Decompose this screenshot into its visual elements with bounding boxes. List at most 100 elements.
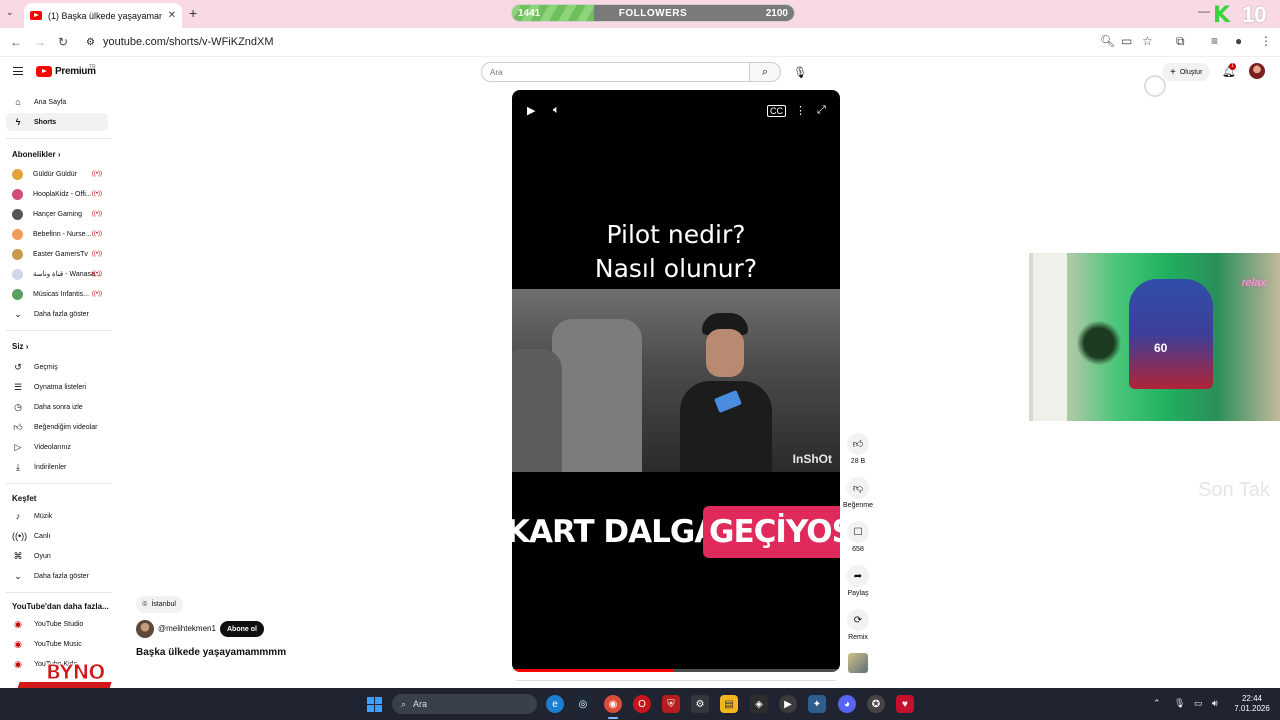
sidebar-item-subscription[interactable]: HooplaKidz - Offi... ((•)) (6, 185, 108, 203)
search-input[interactable] (481, 62, 750, 82)
reading-list-icon[interactable]: ≡ (1211, 34, 1218, 48)
sidebar-item-subscription[interactable]: قناة وناسة - Wanasa... ((•)) (6, 265, 108, 283)
extensions-icon[interactable]: ⧉ (1176, 34, 1185, 49)
volume-icon[interactable]: 🔊︎ (1212, 698, 1218, 709)
sidebar-item-downloads[interactable]: ⤓ İndirilenler (6, 458, 108, 476)
sound-thumbnail[interactable] (848, 653, 868, 673)
window-minimize-icon[interactable]: — (1198, 4, 1210, 18)
chrome-icon[interactable]: ◉ (604, 695, 622, 713)
file-explorer-icon[interactable]: ▤ (720, 695, 738, 713)
cast-icon[interactable]: ▭ (1121, 34, 1132, 48)
steam-icon[interactable]: ◎ (574, 695, 592, 713)
shorts-player[interactable]: ▶ 🔈︎ CC ⋮ ⤢ Pilot nedir? Nasıl olunur? I… (512, 90, 840, 672)
remix-action[interactable]: ⟳ Remix (843, 609, 873, 641)
like-action[interactable]: 👍︎ 28 B (843, 433, 873, 465)
sidebar-item-youtube-studio[interactable]: ◉ YouTube Studio (6, 615, 108, 633)
discord-icon[interactable]: ◕ (838, 695, 856, 713)
settings-gear-icon[interactable]: ⚙ (691, 695, 709, 713)
sidebar-item-youtube-music[interactable]: ◉ YouTube Music (6, 635, 108, 653)
display-icon[interactable]: ▭ (1194, 698, 1203, 709)
channel-avatar[interactable] (136, 620, 154, 638)
sidebar-item-home[interactable]: ⌂ Ana Sayfa (6, 93, 108, 111)
sidebar-item-label: Geçmiş (34, 363, 58, 371)
shield-icon[interactable]: ⛨ (662, 695, 680, 713)
taskbar-clock[interactable]: 22:44 7.01.2026 (1232, 694, 1272, 714)
profile-icon[interactable]: ● (1235, 34, 1242, 48)
menu-icon[interactable] (13, 67, 23, 75)
browser-menu-icon[interactable]: ⋮ (1260, 34, 1272, 48)
tab-search-icon[interactable]: ⌄ (6, 7, 14, 18)
new-tab-icon[interactable]: + (189, 5, 197, 21)
share-button[interactable]: ➦ (847, 565, 869, 587)
sidebar-item-label: قناة وناسة - Wanasa... (33, 271, 101, 278)
sidebar-item-subscription[interactable]: Hançer Gaming ((•)) (6, 205, 108, 223)
address-bar[interactable]: ⚙ youtube.com/shorts/v-WFiKZndXM (80, 31, 1165, 53)
remix-button[interactable]: ⟳ (847, 609, 869, 631)
obs-icon[interactable]: ◈ (750, 695, 768, 713)
comment-action[interactable]: ☐ 658 (843, 521, 873, 553)
youtube-play-icon (36, 66, 52, 77)
browser-tab-active[interactable]: (1) Başka ülkede yaşayamamm ✕ (24, 3, 182, 28)
youtube-studio-icon: ◉ (14, 618, 22, 629)
sidebar-show-more[interactable]: ⌄ Daha fazla göster (6, 305, 108, 323)
sidebar-item-gaming[interactable]: ⌘ Oyun (6, 547, 108, 565)
player-divider (516, 680, 836, 681)
microphone-icon[interactable]: 🎙︎ (1174, 698, 1185, 709)
more-from-youtube-heading: YouTube'dan daha fazla... (12, 602, 109, 611)
shorts-icon: ϟ (15, 117, 21, 127)
search-button[interactable]: ⌕ (750, 62, 781, 82)
sidebar-item-liked-videos[interactable]: 👍︎ Beğendiğim videolar (6, 418, 108, 436)
bookmark-star-icon[interactable]: ☆ (1142, 34, 1153, 48)
fullscreen-icon[interactable]: ⤢ (817, 104, 826, 117)
you-heading[interactable]: Siz › (12, 342, 28, 351)
tab-close-icon[interactable]: ✕ (168, 10, 176, 21)
sidebar-item-subscription[interactable]: Músicas Infantis... ((•)) (6, 285, 108, 303)
zoom-icon[interactable]: 🔍︎ (1100, 34, 1115, 48)
windows-start-icon[interactable] (367, 697, 382, 712)
sidebar-item-shorts[interactable]: ϟ Shorts (6, 113, 108, 131)
captions-icon[interactable]: CC (767, 105, 786, 117)
back-icon[interactable]: ← (10, 35, 22, 49)
sidebar-item-watch-later[interactable]: ◷ Daha sonra izle (6, 398, 108, 416)
sidebar-item-playlists[interactable]: ☰ Oynatma listeleri (6, 378, 108, 396)
more-options-icon[interactable]: ⋮ (795, 104, 806, 117)
sidebar-item-subscription[interactable]: Güldür Güldür ((•)) (6, 165, 108, 183)
sidebar-item-music[interactable]: ♪ Müzik (6, 507, 108, 525)
subscriptions-heading[interactable]: Abonelikler › (12, 150, 60, 159)
sidebar-item-subscription[interactable]: Easter GamersTv ((•)) (6, 245, 108, 263)
taskbar-search[interactable]: ⌕ Ara (392, 694, 537, 714)
opera-icon[interactable]: O (633, 695, 651, 713)
like-button[interactable]: 👍︎ (847, 433, 869, 455)
reload-icon[interactable]: ↻ (58, 35, 68, 49)
location-chip[interactable]: ⌾ İstanbul (136, 596, 183, 613)
app-icon[interactable]: ✪ (867, 695, 885, 713)
media-player-icon[interactable]: ▶ (779, 695, 797, 713)
app-icon[interactable]: ♥ (896, 695, 914, 713)
channel-name[interactable]: @melihtekmen1 (158, 624, 216, 633)
video-progress-bar[interactable] (512, 669, 840, 672)
play-icon[interactable]: ▶ (527, 104, 535, 117)
app-icon[interactable]: ✦ (808, 695, 826, 713)
create-button[interactable]: + Oluştur (1162, 63, 1211, 81)
site-info-icon[interactable]: ⚙ (86, 37, 95, 48)
youtube-logo[interactable]: Premium (36, 66, 96, 77)
volume-icon[interactable]: 🔈︎ (553, 104, 560, 117)
microphone-icon[interactable]: 🎙︎ (793, 66, 807, 79)
tray-expand-icon[interactable]: ⌃ (1153, 698, 1161, 709)
edge-icon[interactable]: e (546, 695, 564, 713)
dislike-button[interactable]: 👎︎ (847, 477, 869, 499)
account-avatar[interactable] (1249, 63, 1265, 79)
sidebar-item-label: İndirilenler (34, 463, 67, 471)
forward-icon[interactable]: → (34, 35, 46, 49)
sidebar-item-history[interactable]: ↺ Geçmiş (6, 358, 108, 376)
subscribe-button[interactable]: Abone ol (220, 621, 264, 637)
sidebar-item-live[interactable]: ((•)) Canlı (6, 527, 108, 545)
live-icon: ((•)) (91, 251, 102, 257)
sidebar-item-your-videos[interactable]: ▷ Videolarınız (6, 438, 108, 456)
comment-button[interactable]: ☐ (847, 521, 869, 543)
dislike-action[interactable]: 👎︎ Beğenme (843, 477, 873, 509)
share-action[interactable]: ➦ Paylaş (843, 565, 873, 597)
sidebar-item-subscription[interactable]: Bebefinn - Nurse... ((•)) (6, 225, 108, 243)
loading-spinner (1144, 75, 1166, 97)
sidebar-explore-more[interactable]: ⌄ Daha fazla göster (6, 567, 108, 585)
